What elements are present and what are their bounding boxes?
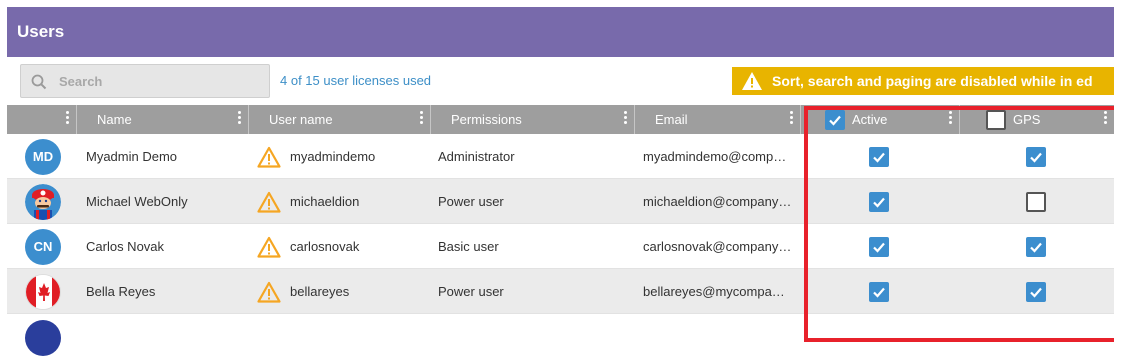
column-permissions-label: Permissions: [451, 112, 522, 127]
avatar-initials: CN: [33, 239, 53, 254]
avatar: CN: [25, 229, 61, 265]
user-username[interactable]: carlosnovak: [290, 224, 425, 269]
user-full-name[interactable]: Carlos Novak: [86, 224, 246, 269]
column-name-label: Name: [97, 112, 132, 127]
warning-banner: Sort, search and paging are disabled whi…: [732, 67, 1114, 95]
user-email[interactable]: myadmindemo@comp…: [643, 134, 798, 179]
avatar-partial: [25, 320, 61, 356]
column-menu-icon[interactable]: [624, 111, 628, 125]
search-icon: [31, 74, 47, 90]
column-username[interactable]: User name: [249, 105, 431, 134]
avatar: [25, 184, 61, 220]
page-title: Users: [7, 7, 1114, 57]
column-menu-icon[interactable]: [790, 111, 794, 125]
column-permissions[interactable]: Permissions: [431, 105, 635, 134]
user-full-name[interactable]: Myadmin Demo: [86, 134, 246, 179]
warning-icon: [257, 236, 281, 258]
user-email[interactable]: michaeldion@company…: [643, 179, 798, 224]
warning-icon: [257, 191, 281, 213]
search-box[interactable]: [20, 64, 270, 98]
column-email-label: Email: [655, 112, 688, 127]
user-permission[interactable]: Administrator: [438, 134, 628, 179]
avatar-initials: MD: [32, 149, 54, 164]
column-menu-icon[interactable]: [238, 111, 242, 125]
user-username[interactable]: myadmindemo: [290, 134, 425, 179]
avatar: MD: [25, 139, 61, 175]
column-avatar: [7, 105, 77, 134]
column-name[interactable]: Name: [77, 105, 249, 134]
warning-banner-text: Sort, search and paging are disabled whi…: [772, 73, 1093, 89]
column-menu-icon[interactable]: [66, 111, 70, 125]
user-permission[interactable]: Basic user: [438, 224, 628, 269]
license-usage-link[interactable]: 4 of 15 user licenses used: [280, 73, 431, 88]
column-username-label: User name: [269, 112, 333, 127]
search-input[interactable]: [59, 65, 259, 97]
warning-icon: [257, 146, 281, 168]
user-full-name[interactable]: Michael WebOnly: [86, 179, 246, 224]
user-permission[interactable]: Power user: [438, 179, 628, 224]
highlight-box: [804, 106, 1114, 342]
warning-icon: [257, 281, 281, 303]
avatar: [25, 274, 61, 310]
user-username[interactable]: bellareyes: [290, 269, 425, 314]
column-menu-icon[interactable]: [420, 111, 424, 125]
column-email[interactable]: Email: [635, 105, 801, 134]
users-panel: Users 4 of 15 user licenses used Sort, s…: [7, 7, 1114, 361]
user-email[interactable]: bellareyes@mycompa…: [643, 269, 798, 314]
warning-icon: [742, 72, 762, 90]
user-full-name[interactable]: Bella Reyes: [86, 269, 246, 314]
user-username[interactable]: michaeldion: [290, 179, 425, 224]
user-email[interactable]: carlosnovak@company…: [643, 224, 798, 269]
user-permission[interactable]: Power user: [438, 269, 628, 314]
